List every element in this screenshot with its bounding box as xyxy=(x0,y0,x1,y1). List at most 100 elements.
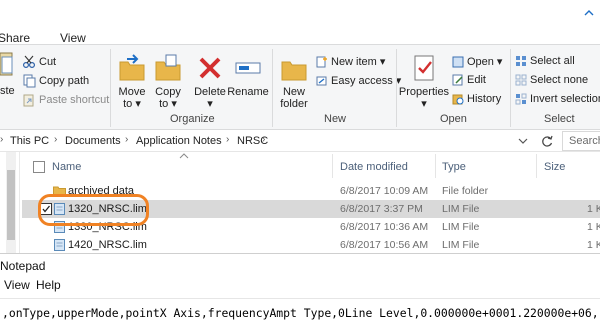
cut-button[interactable]: Cut xyxy=(22,55,56,69)
breadcrumb-separator: › xyxy=(0,134,4,145)
easy-access-button[interactable]: Easy access ▾ xyxy=(316,74,401,87)
properties-label: Properties xyxy=(398,86,450,98)
menu-help[interactable]: Help xyxy=(36,278,61,292)
notepad-title: Notepad xyxy=(0,259,46,273)
open-group-label: Open xyxy=(440,113,467,125)
tab-share[interactable]: Share xyxy=(0,31,30,45)
invert-selection-icon xyxy=(515,93,527,105)
new-group-label: New xyxy=(324,113,347,125)
address-dropdown-icon[interactable] xyxy=(518,137,528,145)
history-button[interactable]: History xyxy=(452,93,501,105)
copy-to-button[interactable]: Copy to ▾ xyxy=(146,53,190,110)
sort-chevron-up-icon xyxy=(179,153,189,159)
new-folder-icon xyxy=(281,61,307,81)
notepad-text-area[interactable]: ,onType,upperMode,pointX Axis,frequencyA… xyxy=(0,298,600,328)
search-input[interactable]: Search xyxy=(562,131,600,151)
rename-button[interactable]: Rename xyxy=(226,53,270,98)
column-date-modified[interactable]: Date modified xyxy=(340,161,408,173)
rename-label: Rename xyxy=(227,86,269,98)
cut-label: Cut xyxy=(39,56,57,68)
paste-button-label[interactable]: ste xyxy=(0,85,15,97)
open-icon xyxy=(452,56,464,67)
new-folder-button[interactable]: New folder xyxy=(272,53,316,110)
easy-access-icon xyxy=(316,76,327,85)
column-type[interactable]: Type xyxy=(442,161,466,173)
file-icon xyxy=(54,239,65,251)
new-folder-label: New xyxy=(282,86,305,98)
chevron-up-icon[interactable] xyxy=(582,6,596,20)
column-divider[interactable] xyxy=(536,154,537,178)
easy-access-label: Easy access xyxy=(331,74,393,87)
paste-shortcut-label: Paste shortcut xyxy=(39,94,110,106)
column-divider[interactable] xyxy=(435,154,436,178)
column-header-row: Name Date modified Type Size xyxy=(22,152,600,180)
list-item[interactable]: 1420_NRSC.lim 6/8/2017 10:56 AM LIM File… xyxy=(22,236,600,253)
new-item-icon xyxy=(316,56,327,67)
notepad-window: Notepad View Help ,onType,upperMode,poin… xyxy=(0,253,600,329)
column-name[interactable]: Name xyxy=(52,161,81,173)
column-size[interactable]: Size xyxy=(544,161,565,173)
file-size: 1 KB xyxy=(587,221,600,233)
breadcrumb-separator: › xyxy=(262,134,266,145)
file-explorer-window: Share View ste Cut Copy path Paste short… xyxy=(0,0,600,253)
ribbon: ste Cut Copy path Paste shortcut Move to… xyxy=(0,44,600,130)
select-all-icon xyxy=(516,56,526,66)
properties-button[interactable]: Properties ▾ xyxy=(398,53,450,110)
file-date: 6/8/2017 10:09 AM xyxy=(340,185,429,197)
scrollbar-thumb[interactable] xyxy=(7,170,15,240)
copy-path-button[interactable]: Copy path xyxy=(22,74,89,88)
file-type: File folder xyxy=(442,185,489,197)
edit-label: Edit xyxy=(467,74,486,86)
annotation-highlight-ring xyxy=(38,194,149,226)
invert-selection-button[interactable]: Invert selection xyxy=(515,93,600,105)
file-type: LIM File xyxy=(442,239,480,251)
refresh-icon[interactable] xyxy=(540,134,554,148)
new-item-label: New item xyxy=(331,55,377,68)
breadcrumb-application-notes[interactable]: Application Notes xyxy=(136,135,222,147)
select-none-label: Select none xyxy=(530,74,589,86)
menu-view[interactable]: View xyxy=(4,278,30,292)
delete-label: Delete xyxy=(194,86,226,98)
address-bar[interactable]: › This PC › Documents › Application Note… xyxy=(0,130,600,152)
navigation-scrollbar[interactable] xyxy=(6,152,16,253)
open-label: Open xyxy=(467,55,494,68)
copy-path-label: Copy path xyxy=(39,75,90,87)
organize-group-label: Organize xyxy=(170,113,215,125)
move-to-label-2: to xyxy=(123,98,133,110)
tab-view[interactable]: View xyxy=(60,31,86,45)
select-all-button[interactable]: Select all xyxy=(515,55,575,67)
move-to-icon xyxy=(119,54,145,81)
paste-shortcut-icon xyxy=(23,94,34,107)
file-date: 6/8/2017 10:56 AM xyxy=(340,239,429,251)
select-none-icon xyxy=(515,74,527,86)
breadcrumb-separator: › xyxy=(54,134,58,145)
select-all-label: Select all xyxy=(530,55,575,67)
edit-icon xyxy=(452,74,463,86)
select-all-checkbox[interactable] xyxy=(33,161,45,173)
select-group-label: Select xyxy=(544,113,575,125)
copy-path-icon xyxy=(23,74,36,88)
file-date: 6/8/2017 10:36 AM xyxy=(340,221,429,233)
edit-button[interactable]: Edit xyxy=(452,74,486,86)
open-button[interactable]: Open ▾ xyxy=(452,55,502,68)
paste-icon[interactable] xyxy=(0,51,14,77)
breadcrumb-separator: › xyxy=(226,134,230,145)
file-date: 6/8/2017 3:37 PM xyxy=(340,203,423,215)
breadcrumb-this-pc[interactable]: This PC xyxy=(10,135,49,147)
scissors-icon xyxy=(22,55,36,69)
ribbon-separator xyxy=(510,49,511,127)
breadcrumb-documents[interactable]: Documents xyxy=(65,135,121,147)
history-label: History xyxy=(467,93,502,105)
file-type: LIM File xyxy=(442,203,480,215)
new-item-button[interactable]: New item ▾ xyxy=(316,55,385,68)
invert-selection-label: Invert selection xyxy=(530,93,600,105)
column-divider[interactable] xyxy=(332,154,333,178)
ribbon-tab-bar: Share View xyxy=(0,0,600,45)
delete-icon xyxy=(199,57,221,79)
rename-icon xyxy=(235,62,261,74)
breadcrumb-separator: › xyxy=(125,134,129,145)
paste-shortcut-button[interactable]: Paste shortcut xyxy=(22,93,109,107)
copy-to-icon xyxy=(155,54,181,81)
select-none-button[interactable]: Select none xyxy=(515,74,588,86)
properties-icon xyxy=(414,55,434,81)
